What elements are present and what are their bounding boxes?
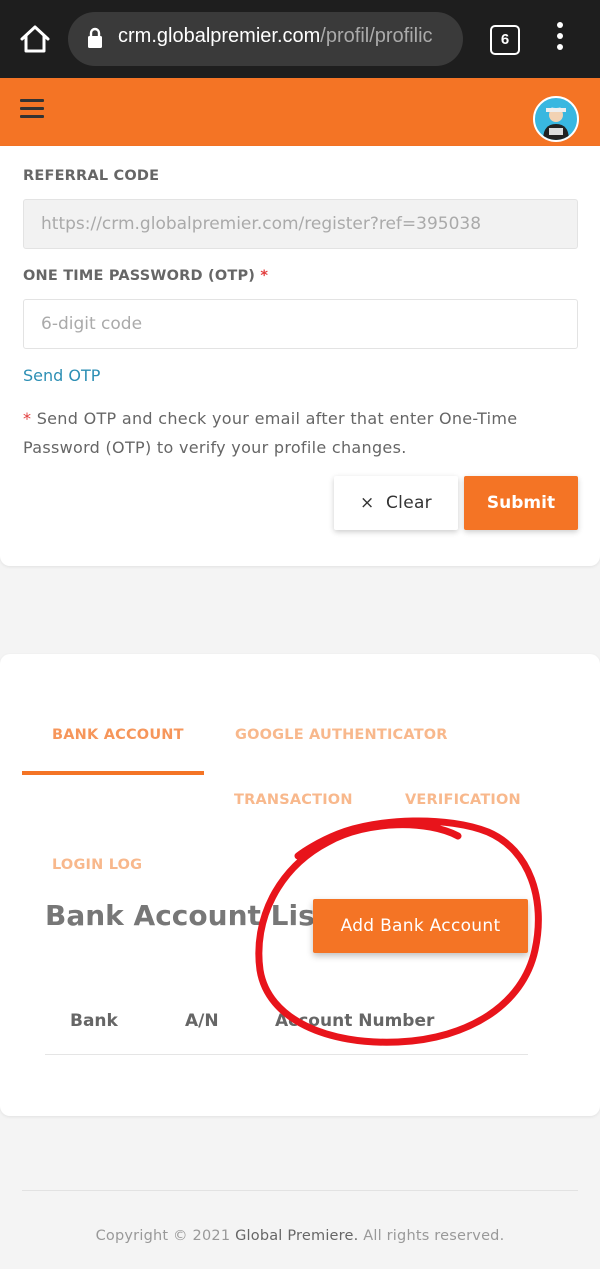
column-header-an: A/N [185, 1011, 219, 1031]
bank-account-list-title: Bank Account List [45, 899, 329, 932]
bank-account-card: BANK ACCOUNT GOOGLE AUTHENTICATOR TRANSA… [0, 654, 600, 1116]
close-icon: × [360, 493, 375, 513]
otp-label-text: ONE TIME PASSWORD (OTP) [23, 268, 256, 284]
tab-google-authenticator[interactable]: GOOGLE AUTHENTICATOR [235, 727, 448, 743]
hamburger-menu-icon[interactable] [20, 99, 44, 119]
tab-count-button[interactable]: 6 [490, 25, 520, 55]
url-text: crm.globalpremier.com/profil/profilic [118, 25, 433, 48]
avatar-illustration-icon [543, 107, 569, 140]
lock-icon [88, 27, 102, 48]
rights-text: All rights reserved. [363, 1228, 505, 1244]
tab-transaction[interactable]: TRANSACTION [234, 792, 353, 808]
copyright-text: Copyright © 2021 [95, 1228, 231, 1244]
otp-label: ONE TIME PASSWORD (OTP) * [23, 268, 268, 284]
referral-code-field[interactable]: https://crm.globalpremier.com/register?r… [23, 199, 578, 249]
otp-instructions: * Send OTP and check your email after th… [23, 404, 578, 462]
home-icon[interactable] [18, 22, 52, 56]
profile-form-card: REFERRAL CODE https://crm.globalpremier.… [0, 146, 600, 566]
app-header [0, 78, 600, 146]
required-mark: * [260, 268, 269, 284]
send-otp-link[interactable]: Send OTP [23, 366, 100, 385]
otp-instructions-text: Send OTP and check your email after that… [23, 409, 518, 457]
referral-code-label: REFERRAL CODE [23, 168, 160, 184]
footer-copyright: Copyright © 2021 Global Premiere. All ri… [0, 1228, 600, 1244]
note-required-mark: * [23, 409, 32, 428]
url-domain: crm.globalpremier.com [118, 25, 321, 47]
footer-divider [22, 1190, 578, 1191]
tab-login-log[interactable]: LOGIN LOG [52, 857, 142, 873]
footer-brand-link[interactable]: Global Premiere. [235, 1228, 358, 1244]
otp-input[interactable]: 6-digit code [23, 299, 578, 349]
add-bank-account-button[interactable]: Add Bank Account [313, 899, 528, 953]
submit-button[interactable]: Submit [464, 476, 578, 530]
tab-bank-account[interactable]: BANK ACCOUNT [52, 727, 184, 743]
column-header-bank: Bank [70, 1011, 118, 1031]
more-options-icon[interactable] [552, 22, 568, 56]
browser-toolbar: crm.globalpremier.com/profil/profilic 6 [0, 0, 600, 78]
tab-verification[interactable]: VERIFICATION [405, 792, 521, 808]
user-avatar[interactable] [533, 96, 579, 142]
url-path: /profil/profilic [320, 25, 433, 47]
table-divider [45, 1054, 528, 1055]
active-tab-indicator [22, 771, 204, 775]
clear-button[interactable]: × Clear [334, 476, 458, 530]
address-bar[interactable]: crm.globalpremier.com/profil/profilic [68, 12, 463, 66]
column-header-account-number: Account Number [275, 1011, 435, 1031]
clear-button-label: Clear [386, 493, 432, 513]
